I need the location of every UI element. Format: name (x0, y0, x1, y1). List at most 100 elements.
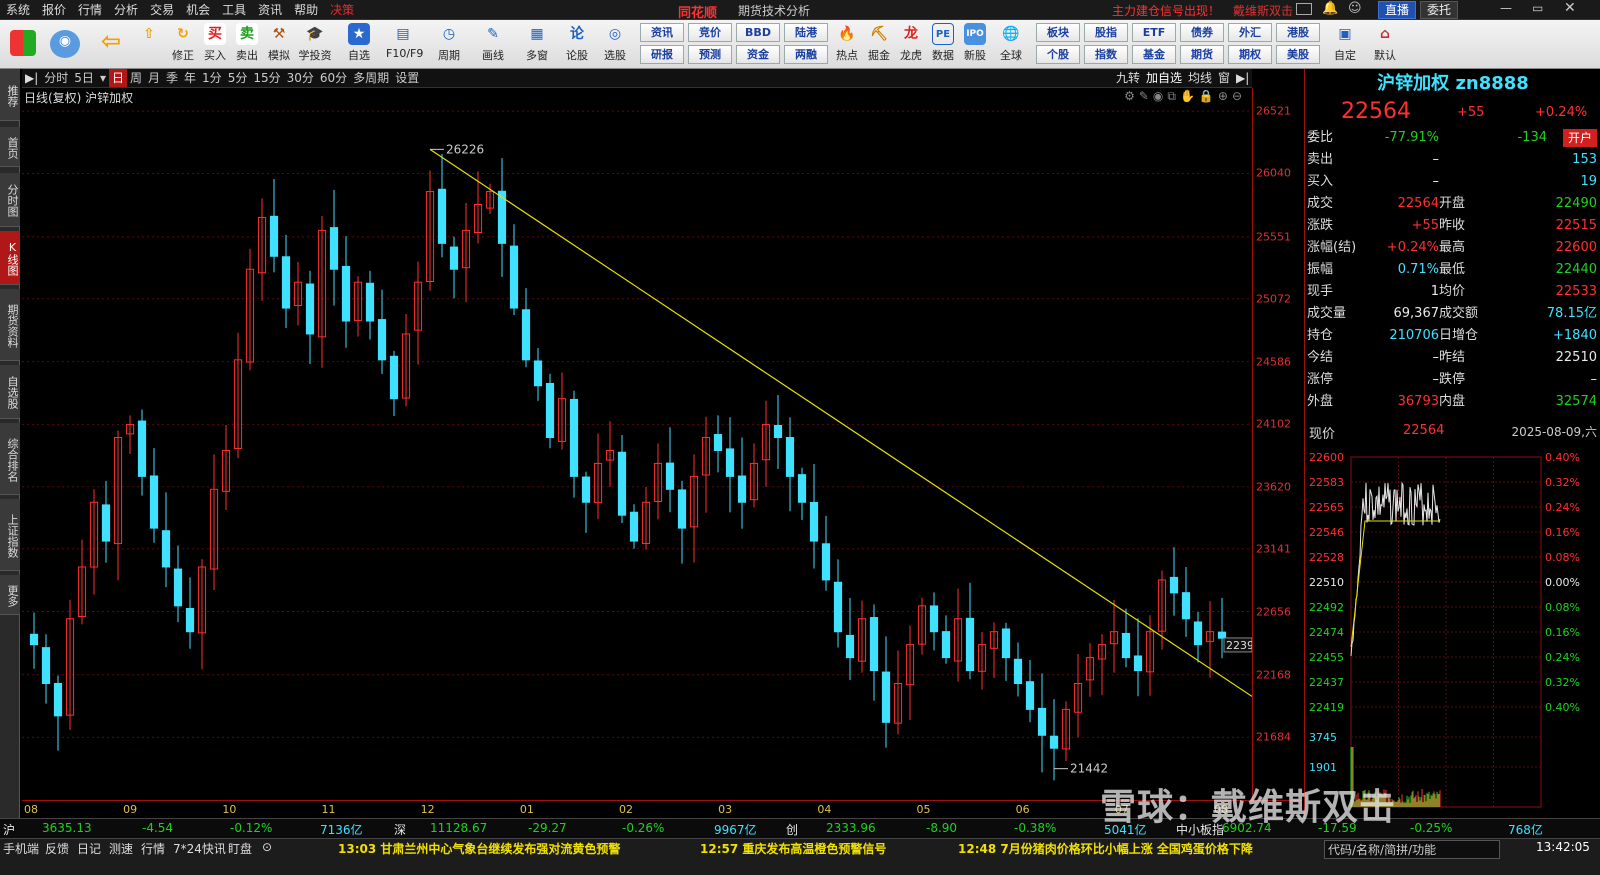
grid-btn-bbd[interactable]: BBD (736, 23, 780, 42)
period-5d[interactable]: 5日 (71, 69, 97, 87)
menu-item-news[interactable]: 资讯 (252, 0, 288, 20)
toolbar-button-dig[interactable]: ⛏ 掘金 (862, 22, 896, 66)
open-account-button[interactable]: 开户 (1562, 129, 1597, 147)
bottom-tab-mobile[interactable]: 手机端 (3, 840, 39, 857)
menu-item-decision[interactable]: 决策 (324, 0, 360, 20)
tab-kline[interactable]: K线图 (0, 231, 20, 285)
toolbar-button-data[interactable]: PE 数据 (926, 22, 960, 66)
toolbar-button-fix2[interactable]: ↻ 修正 (166, 22, 200, 66)
kline-chart[interactable]: 日线(复权) 沪锌加权 ⚙✎◉⧉✋🔒⊕⊖ 26226 21442 2239 (22, 88, 1252, 800)
user-icon[interactable]: ☺ (1348, 1, 1362, 16)
menu-item-tools[interactable]: 工具 (216, 0, 252, 20)
next-icon[interactable]: ▶| (1236, 69, 1249, 87)
toolbar-button-sell[interactable]: 卖卖出 (230, 22, 264, 66)
live-button[interactable]: 直播 (1378, 1, 1417, 19)
period-fenshi[interactable]: 分时 (41, 69, 71, 87)
dropdown-icon[interactable]: ▾ (97, 69, 109, 87)
bottom-tab-speedtest[interactable]: 测速 (109, 840, 133, 857)
toolbar-button-custom[interactable]: ▣ 自定 (1328, 22, 1362, 66)
grid-btn-meigu[interactable]: 美股 (1276, 45, 1320, 64)
grid-btn-jijin[interactable]: 基金 (1132, 45, 1176, 64)
toolbar-button-simulate[interactable]: ⚒ 模拟 (262, 22, 296, 66)
ad-link[interactable]: 戴维斯双击 (1233, 2, 1293, 19)
toolbar-button-watchlist[interactable]: ★ 自选 (342, 22, 376, 66)
assistant-robot-button[interactable]: ◉ (48, 22, 82, 66)
grid-btn-lugang[interactable]: 陆港 (784, 23, 828, 42)
news-ticker-3[interactable]: 12:48 7月份猪肉价格环比小幅上涨 全国鸡蛋价格下降 (958, 840, 1253, 857)
settings-icon[interactable]: ⚙ (1124, 89, 1139, 103)
tab-more[interactable]: 更多 (0, 575, 20, 615)
menu-item-system[interactable]: 系统 (0, 0, 36, 20)
grid-btn-qiquan[interactable]: 期权 (1228, 45, 1272, 64)
lock-icon[interactable]: 🔒 (1199, 89, 1218, 103)
window-button[interactable]: 窗 (1218, 69, 1230, 87)
news-ticker-1[interactable]: 13:03 甘肃兰州中心气象台继续发布强对流黄色预警 (338, 840, 620, 857)
copy-icon[interactable]: ⧉ (1167, 89, 1180, 103)
toolbar-button-hot[interactable]: 🔥 热点 (830, 22, 864, 66)
menu-item-analysis[interactable]: 分析 (108, 0, 144, 20)
mail-icon[interactable] (1296, 3, 1312, 15)
toolbar-button-f10[interactable]: ▤ F10/F9 (386, 22, 423, 66)
period-month[interactable]: 月 (145, 69, 163, 87)
menu-item-help[interactable]: 帮助 (288, 0, 324, 20)
jiuzhuan-button[interactable]: 九转 (1116, 69, 1140, 87)
close-icon[interactable]: ✕ (1564, 0, 1576, 16)
period-year[interactable]: 年 (181, 69, 199, 87)
grid-btn-liangrong[interactable]: 两融 (784, 45, 828, 64)
bottom-tab-flash[interactable]: 7*24快讯 (173, 840, 226, 857)
news-ticker-2[interactable]: 12:57 重庆发布高温橙色预警信号 (700, 840, 886, 857)
add-watchlist-button[interactable]: 加自选 (1146, 69, 1182, 87)
zoom-out-icon[interactable]: ⊖ (1232, 89, 1246, 103)
toolbar-button-default[interactable]: ⌂ 默认 (1368, 22, 1402, 66)
grid-btn-ganggu[interactable]: 港股 (1276, 23, 1320, 42)
grid-btn-waihui[interactable]: 外汇 (1228, 23, 1272, 42)
tab-futures-info[interactable]: 期货资料 (0, 289, 20, 361)
ma-button[interactable]: 均线 (1188, 69, 1212, 87)
menu-item-trade[interactable]: 交易 (144, 0, 180, 20)
toolbar-button-ipo[interactable]: IPO 新股 (958, 22, 992, 66)
period-settings[interactable]: 设置 (392, 69, 422, 87)
bottom-tab-watch[interactable]: 盯盘 (228, 840, 252, 857)
menu-item-quote[interactable]: 报价 (36, 0, 72, 20)
period-30min[interactable]: 30分 (284, 69, 317, 87)
menu-item-market[interactable]: 行情 (72, 0, 108, 20)
toolbar-button-dragon[interactable]: 龙龙虎 (894, 22, 928, 66)
signal-alert-link[interactable]: 主力建仓信号出现！ (1112, 2, 1220, 19)
bottom-tab-market[interactable]: 行情 (141, 840, 165, 857)
tab-watchlist[interactable]: 自选股 (0, 365, 20, 419)
toolbar-button-period[interactable]: ◷ 周期 (432, 22, 466, 66)
mini-intraday-chart[interactable]: 22600 0.40% 22583 0.32% 22565 0.24% 22546 0.16%… (1307, 451, 1599, 815)
toolbar-button-screener[interactable]: ◎ 选股 (598, 22, 632, 66)
eye-icon[interactable]: ◉ (1153, 89, 1167, 103)
status-item[interactable]: 沪 (3, 821, 15, 838)
news-toggle-icon[interactable]: ⊙ (262, 840, 272, 854)
play-icon[interactable]: ▶| (22, 69, 41, 87)
toolbar-button-learn[interactable]: 🎓 学投资 (298, 22, 332, 66)
toolbar-button-fix[interactable]: ⇧ (132, 22, 166, 66)
tab-recommend[interactable]: 推荐 (0, 69, 20, 121)
period-day[interactable]: 日 (108, 69, 127, 87)
brush-icon[interactable]: ✎ (1139, 89, 1153, 103)
grid-btn-bankuai[interactable]: 板块 (1036, 23, 1080, 42)
tab-sh-index[interactable]: 上证指数 (0, 499, 20, 571)
period-60min[interactable]: 60分 (317, 69, 350, 87)
tab-home[interactable]: 首页 (0, 127, 20, 167)
grid-btn-zijin[interactable]: 资金 (736, 45, 780, 64)
grid-btn-guzhi[interactable]: 股指 (1084, 23, 1128, 42)
period-1min[interactable]: 1分 (199, 69, 225, 87)
grid-btn-etf[interactable]: ETF (1132, 23, 1176, 42)
grid-btn-zhishu[interactable]: 指数 (1084, 45, 1128, 64)
grid-btn-zixun[interactable]: 资讯 (640, 23, 684, 42)
zoom-in-icon[interactable]: ⊕ (1218, 89, 1232, 103)
tab-timeshare[interactable]: 分时图 (0, 173, 20, 227)
status-item[interactable]: 深 (394, 821, 406, 838)
back-button[interactable]: ⇦ (94, 22, 128, 66)
bell-icon[interactable]: 🔔 (1322, 1, 1338, 16)
weituo-button[interactable]: 委托 (1420, 1, 1459, 19)
grid-btn-qihuo[interactable]: 期货 (1180, 45, 1224, 64)
period-multi[interactable]: 多周期 (350, 69, 392, 87)
grid-btn-gegu[interactable]: 个股 (1036, 45, 1080, 64)
search-input[interactable]: 代码/名称/简拼/功能 (1324, 840, 1500, 859)
grid-btn-yanbao[interactable]: 研报 (640, 45, 684, 64)
grid-btn-yuce[interactable]: 预测 (688, 45, 732, 64)
